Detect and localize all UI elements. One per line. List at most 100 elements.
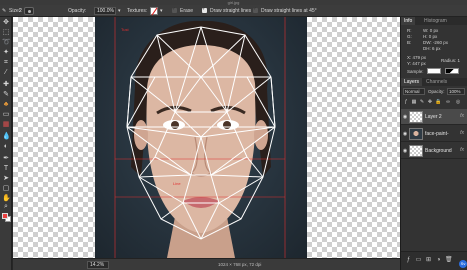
size-value[interactable]: 2: [19, 7, 22, 15]
hand-tool-icon[interactable]: ✋: [2, 195, 11, 203]
face-photo: Tust Line: [114, 17, 286, 258]
radius-label: Radius:: [441, 58, 457, 63]
info-dh-value: 6 px: [432, 46, 441, 51]
move-tool-icon[interactable]: ✥: [2, 19, 10, 27]
link-icon[interactable]: ∞: [445, 99, 451, 105]
lasso-tool-icon[interactable]: ➰: [2, 39, 11, 47]
new-group-icon[interactable]: ▭: [415, 257, 422, 264]
document-canvas[interactable]: Tust Line: [95, 17, 307, 258]
lock-transparency-icon[interactable]: ▦: [411, 99, 417, 105]
transparent-area-right: [307, 17, 400, 258]
layer-fx-icon[interactable]: fx: [460, 147, 464, 153]
info-panel-tabs: Info Histogram: [401, 17, 467, 25]
eraser-tool-icon[interactable]: ▭: [2, 111, 10, 119]
info-y-value: 447 px: [412, 61, 426, 66]
brush-preset-picker[interactable]: [24, 7, 34, 15]
delete-layer-icon[interactable]: 🗑: [445, 257, 453, 264]
info-dw-label: DW:: [423, 40, 432, 45]
info-h-value: 0 px: [428, 34, 438, 39]
layer-thumbnail: [409, 145, 423, 157]
layer-fx-icon[interactable]: fx: [460, 113, 464, 119]
opacity-input[interactable]: 100.0%: [94, 7, 116, 15]
guide-label-mid: Line: [173, 181, 181, 186]
mask-icon[interactable]: ◎: [455, 99, 461, 105]
blur-tool-icon[interactable]: 💧: [2, 133, 11, 141]
info-h-label: H:: [423, 34, 428, 39]
opacity-label: Opacity:: [68, 8, 87, 14]
document-info: 1024 × 768 px, 72 dpi: [218, 262, 262, 267]
layers-panel-tabs: Layers Channels: [401, 78, 467, 86]
tab-info[interactable]: Info: [401, 17, 416, 25]
dodge-tool-icon[interactable]: ◐: [2, 143, 10, 151]
layer-row[interactable]: ◉ Background fx: [401, 143, 467, 159]
status-bar: 14.2% 1024 × 768 px, 72 dpi: [13, 258, 400, 270]
foreground-color-swatch[interactable]: [2, 213, 8, 219]
path-select-tool-icon[interactable]: ➤: [2, 175, 10, 183]
erase-checkbox[interactable]: [172, 6, 177, 13]
layer-fx-icon[interactable]: fx: [460, 130, 464, 136]
sample-label: Sample:: [407, 69, 424, 74]
transparent-area-left: [13, 17, 95, 258]
opacity-dropdown-icon[interactable]: ▾: [118, 7, 121, 15]
draw-straight-45-checkbox[interactable]: [253, 6, 258, 13]
marquee-tool-icon[interactable]: ⬚: [2, 29, 10, 37]
fx-icon[interactable]: ƒ: [403, 99, 409, 105]
info-y-label: Y:: [407, 61, 412, 66]
text-tool-icon[interactable]: T: [2, 165, 10, 173]
radius-value[interactable]: 1: [458, 58, 461, 63]
draw-straight-lines-checkbox[interactable]: [202, 6, 207, 13]
sample-swatch: [427, 68, 441, 74]
canvas-workspace[interactable]: Tust Line: [13, 17, 400, 258]
layer-lock-row: ƒ ▦ ✎ ✥ 🔒 ∞ ◎: [403, 99, 467, 107]
visibility-eye-icon[interactable]: ◉: [402, 131, 408, 137]
visibility-eye-icon[interactable]: ◉: [402, 148, 408, 154]
blend-mode-select[interactable]: Normal: [403, 88, 425, 95]
layer-row[interactable]: ◉ Layer 2 fx: [401, 109, 467, 125]
brush-tool-icon[interactable]: ✎: [2, 7, 6, 15]
layer-name: face-paint-: [425, 131, 449, 137]
magic-wand-tool-icon[interactable]: ✦: [2, 49, 10, 57]
texture-dropdown-icon[interactable]: ▾: [160, 7, 163, 15]
guide-label-left: Tust: [121, 27, 130, 32]
clone-stamp-tool-icon[interactable]: ♣: [2, 101, 10, 109]
gradient-tool-icon[interactable]: ▦: [2, 121, 10, 129]
layer-style-icon[interactable]: ƒ: [405, 257, 412, 264]
layer-row[interactable]: ◉ face-paint- fx: [401, 126, 467, 142]
lock-pixels-icon[interactable]: ✎: [419, 99, 425, 105]
tab-layers[interactable]: Layers: [401, 78, 423, 86]
app-badge-icon[interactable]: Sv: [459, 260, 467, 268]
texture-picker[interactable]: [150, 7, 158, 15]
info-w-value: 0 px: [429, 28, 439, 33]
tab-histogram[interactable]: Histogram: [421, 17, 450, 25]
lock-position-icon[interactable]: ✥: [427, 99, 433, 105]
adjustment-layer-icon[interactable]: ◑: [435, 257, 442, 264]
visibility-eye-icon[interactable]: ◉: [402, 114, 408, 120]
erase-label: Erase: [180, 8, 194, 14]
tab-channels[interactable]: Channels: [423, 78, 450, 86]
info-dh-label: DH:: [423, 46, 431, 51]
lock-all-icon[interactable]: 🔒: [435, 99, 441, 105]
new-layer-icon[interactable]: ⊞: [425, 257, 432, 264]
shape-tool-icon[interactable]: ▢: [2, 185, 10, 193]
brush-tool-icon[interactable]: ✎: [2, 91, 10, 99]
textures-label: Textures:: [127, 8, 148, 14]
info-dw-value: -260 px: [432, 40, 448, 45]
layer-thumbnail: [409, 128, 423, 140]
info-g-label: G:: [407, 34, 412, 39]
options-bar: ✎ Size: 2 Opacity: 100.0% ▾ Textures: ▾ …: [0, 5, 467, 17]
layer-thumbnail: [409, 111, 423, 123]
info-b-label: B:: [407, 40, 412, 45]
info-x-value: 479 px: [412, 55, 427, 60]
info-x-label: X:: [407, 55, 412, 60]
zoom-tool-icon[interactable]: ⌕: [2, 203, 10, 211]
crop-tool-icon[interactable]: ⌗: [2, 59, 10, 67]
pen-tool-icon[interactable]: ✒: [2, 155, 10, 163]
right-panels: Info Histogram R: G: B: W: 0 px H: 0 px …: [400, 17, 467, 270]
heal-tool-icon[interactable]: ✚: [2, 81, 10, 89]
layers-panel-footer: ƒ ▭ ⊞ ◑ 🗑 Sv: [401, 251, 467, 270]
layer-opacity-input[interactable]: 100%: [447, 88, 465, 95]
zoom-input[interactable]: 14.2%: [87, 261, 109, 269]
sample-swatch-bw: [445, 68, 459, 74]
eyedropper-tool-icon[interactable]: ⁄: [2, 69, 10, 77]
layer-opacity-label: Opacity:: [428, 89, 445, 94]
